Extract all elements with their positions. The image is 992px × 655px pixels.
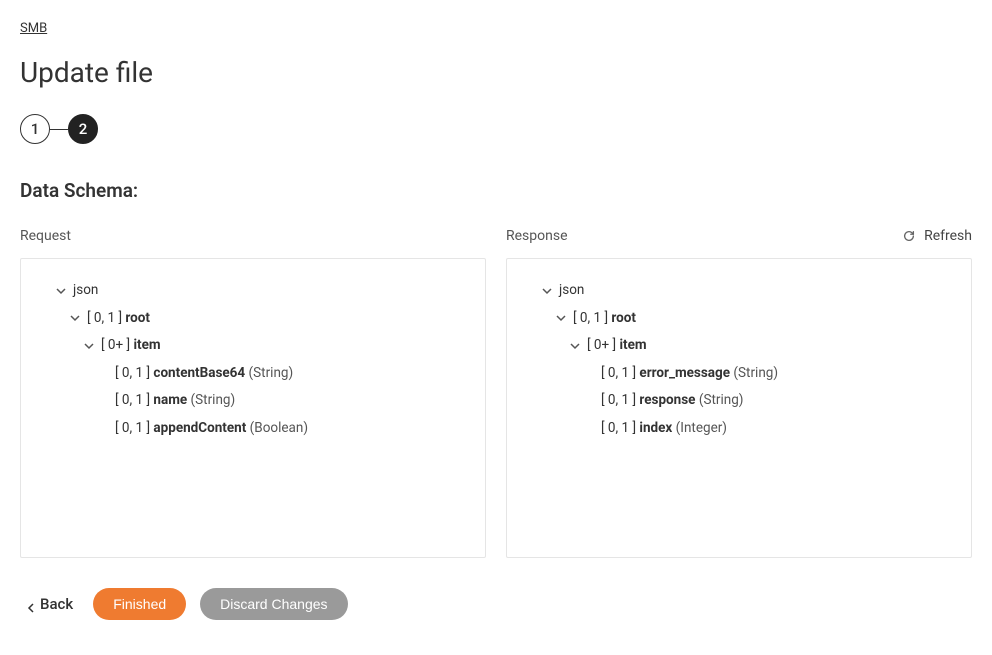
tree-node-root[interactable]: [ 0, 1 ] root	[33, 305, 473, 333]
node-label: json	[73, 280, 98, 302]
breadcrumb-smb[interactable]: SMB	[20, 21, 47, 36]
request-schema-box: json [ 0, 1 ] root [ 0+ ] item	[20, 258, 486, 558]
tree-node-field[interactable]: [ 0, 1 ] response (String)	[519, 387, 959, 415]
node-label: [ 0+ ] item	[101, 335, 161, 357]
tree-leaf-spacer	[95, 421, 111, 437]
tree-leaf-spacer	[581, 421, 597, 437]
request-title: Request	[20, 228, 71, 244]
tree-node-item[interactable]: [ 0+ ] item	[519, 332, 959, 360]
node-label: json	[559, 280, 584, 302]
node-label: [ 0, 1 ] error_message (String)	[601, 363, 778, 385]
tree-node-root[interactable]: [ 0, 1 ] root	[519, 305, 959, 333]
step-connector	[50, 129, 68, 130]
footer-actions: Back Finished Discard Changes	[20, 588, 972, 620]
node-label: [ 0, 1 ] contentBase64 (String)	[115, 363, 293, 385]
response-title: Response	[506, 228, 568, 244]
node-label: [ 0, 1 ] root	[87, 308, 150, 330]
refresh-label: Refresh	[924, 228, 972, 244]
back-button[interactable]: Back	[20, 589, 79, 619]
tree-leaf-spacer	[95, 393, 111, 409]
node-label: [ 0, 1 ] index (Integer)	[601, 418, 727, 440]
tree-leaf-spacer	[95, 366, 111, 382]
tree-leaf-spacer	[581, 366, 597, 382]
chevron-down-icon	[81, 338, 97, 354]
finished-button[interactable]: Finished	[93, 588, 186, 620]
node-label: [ 0, 1 ] root	[573, 308, 636, 330]
discard-changes-button[interactable]: Discard Changes	[200, 588, 347, 620]
node-label: [ 0, 1 ] response (String)	[601, 390, 743, 412]
tree-node-json[interactable]: json	[519, 277, 959, 305]
request-column: Request json [ 0, 1 ] root	[20, 224, 486, 558]
step-1[interactable]: 1	[20, 114, 50, 144]
refresh-button[interactable]: Refresh	[902, 228, 972, 244]
chevron-down-icon	[53, 283, 69, 299]
node-label: [ 0, 1 ] appendContent (Boolean)	[115, 418, 308, 440]
page-title: Update file	[20, 56, 972, 89]
chevron-down-icon	[553, 310, 569, 326]
step-indicator: 1 2	[20, 114, 972, 144]
response-column: Response Refresh json [ 0, 1 ] ro	[506, 224, 972, 558]
step-2[interactable]: 2	[68, 114, 98, 144]
data-schema-heading: Data Schema:	[20, 179, 972, 202]
tree-leaf-spacer	[581, 393, 597, 409]
tree-node-item[interactable]: [ 0+ ] item	[33, 332, 473, 360]
tree-node-field[interactable]: [ 0, 1 ] index (Integer)	[519, 415, 959, 443]
chevron-left-icon	[26, 599, 36, 609]
tree-node-json[interactable]: json	[33, 277, 473, 305]
chevron-down-icon	[539, 283, 555, 299]
node-label: [ 0, 1 ] name (String)	[115, 390, 235, 412]
tree-node-field[interactable]: [ 0, 1 ] name (String)	[33, 387, 473, 415]
chevron-down-icon	[67, 310, 83, 326]
chevron-down-icon	[567, 338, 583, 354]
tree-node-field[interactable]: [ 0, 1 ] contentBase64 (String)	[33, 360, 473, 388]
node-label: [ 0+ ] item	[587, 335, 647, 357]
refresh-icon	[902, 229, 916, 243]
tree-node-field[interactable]: [ 0, 1 ] appendContent (Boolean)	[33, 415, 473, 443]
tree-node-field[interactable]: [ 0, 1 ] error_message (String)	[519, 360, 959, 388]
response-schema-box: json [ 0, 1 ] root [ 0+ ] item	[506, 258, 972, 558]
back-label: Back	[40, 595, 73, 613]
